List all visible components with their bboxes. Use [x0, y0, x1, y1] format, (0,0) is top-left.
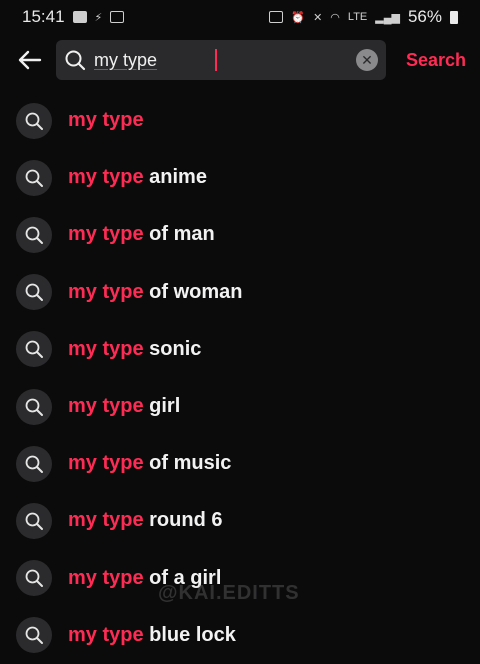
search-icon: [16, 502, 52, 539]
back-button[interactable]: [12, 42, 48, 78]
suggestion-highlight: my type: [68, 623, 144, 646]
suggestion-item[interactable]: my type round 6: [0, 492, 480, 549]
suggestion-rest: of music: [143, 452, 232, 475]
network-type: LTE: [347, 11, 368, 23]
close-icon: ✕: [361, 51, 373, 68]
suggestion-text: my type round 6: [68, 509, 222, 532]
status-left: 15:41 ⚡: [22, 7, 125, 27]
search-icon: [16, 159, 52, 196]
suggestion-rest: girl: [143, 395, 181, 417]
suggestion-highlight: my type: [68, 452, 144, 475]
search-icon: [16, 102, 52, 139]
signal-icon: ▂▄▆: [375, 11, 400, 24]
suggestion-rest: sonic: [143, 337, 202, 360]
suggestion-text: my type: [68, 109, 144, 132]
search-icon: [16, 388, 52, 425]
wifi-icon: ◠: [330, 11, 340, 24]
search-icon: [16, 216, 52, 253]
watermark: @KAI.EDITTS: [158, 582, 300, 604]
suggestion-item[interactable]: my type of woman: [0, 264, 480, 321]
video-icon: [72, 11, 87, 23]
download-icon: [110, 11, 125, 23]
search-header: my type ✕ Search: [0, 38, 480, 84]
suggestion-rest: of woman: [143, 280, 243, 303]
suggestion-item[interactable]: my type of music: [0, 435, 480, 492]
status-time: 15:41: [22, 7, 65, 26]
suggestion-text: my type sonic: [68, 338, 201, 361]
battery-icon: [450, 10, 458, 24]
suggestion-highlight: my type: [68, 395, 144, 417]
suggestion-rest: blue lock: [143, 623, 236, 646]
suggestion-highlight: my type: [68, 223, 144, 246]
suggestion-item[interactable]: my type girl: [0, 378, 480, 435]
search-input[interactable]: my type: [94, 50, 157, 71]
search-icon: [16, 445, 52, 482]
suggestion-text: my type of man: [68, 223, 215, 246]
sync-icon: ⚡: [94, 11, 103, 24]
mute-icon: ✕: [313, 11, 323, 24]
battery-percent: 56%: [407, 7, 442, 26]
suggestion-item[interactable]: my type: [0, 92, 480, 149]
search-icon: [65, 50, 86, 71]
suggestion-text: my type blue lock: [68, 624, 236, 647]
suggestion-text: my type anime: [68, 166, 207, 189]
suggestion-item[interactable]: my type anime: [0, 149, 480, 206]
search-icon: [16, 274, 52, 311]
alarm-icon: ⏰: [291, 11, 306, 24]
suggestion-highlight: my type: [68, 337, 144, 360]
suggestion-text: my type girl: [68, 395, 180, 418]
suggestion-highlight: my type: [68, 509, 144, 532]
text-caret: [215, 49, 217, 71]
suggestion-text: my type of woman: [68, 281, 242, 304]
suggestion-highlight: my type: [68, 566, 144, 589]
status-right: ⏰ ✕ ◠ LTE ▂▄▆ 56%: [269, 7, 458, 27]
suggestion-highlight: my type: [68, 166, 144, 189]
suggestion-highlight: my type: [68, 109, 144, 131]
search-icon: [16, 331, 52, 368]
suggestion-item[interactable]: my type blue lock: [0, 607, 480, 664]
back-arrow-icon: [18, 50, 42, 70]
suggestion-item[interactable]: my type sonic: [0, 321, 480, 378]
search-box[interactable]: my type ✕: [56, 40, 386, 80]
search-icon: [16, 560, 52, 597]
search-button[interactable]: Search: [406, 50, 466, 71]
suggestion-highlight: my type: [68, 280, 144, 303]
suggestion-item[interactable]: my type of man: [0, 206, 480, 263]
lock-icon: [269, 11, 284, 23]
suggestion-text: my type of music: [68, 452, 231, 475]
suggestion-rest: anime: [143, 166, 207, 189]
search-icon: [16, 617, 52, 654]
status-bar: 15:41 ⚡ ⏰ ✕ ◠ LTE ▂▄▆ 56%: [0, 0, 480, 34]
clear-search-button[interactable]: ✕: [356, 49, 378, 71]
suggestion-rest: of man: [143, 223, 215, 246]
suggestion-rest: round 6: [143, 509, 223, 532]
